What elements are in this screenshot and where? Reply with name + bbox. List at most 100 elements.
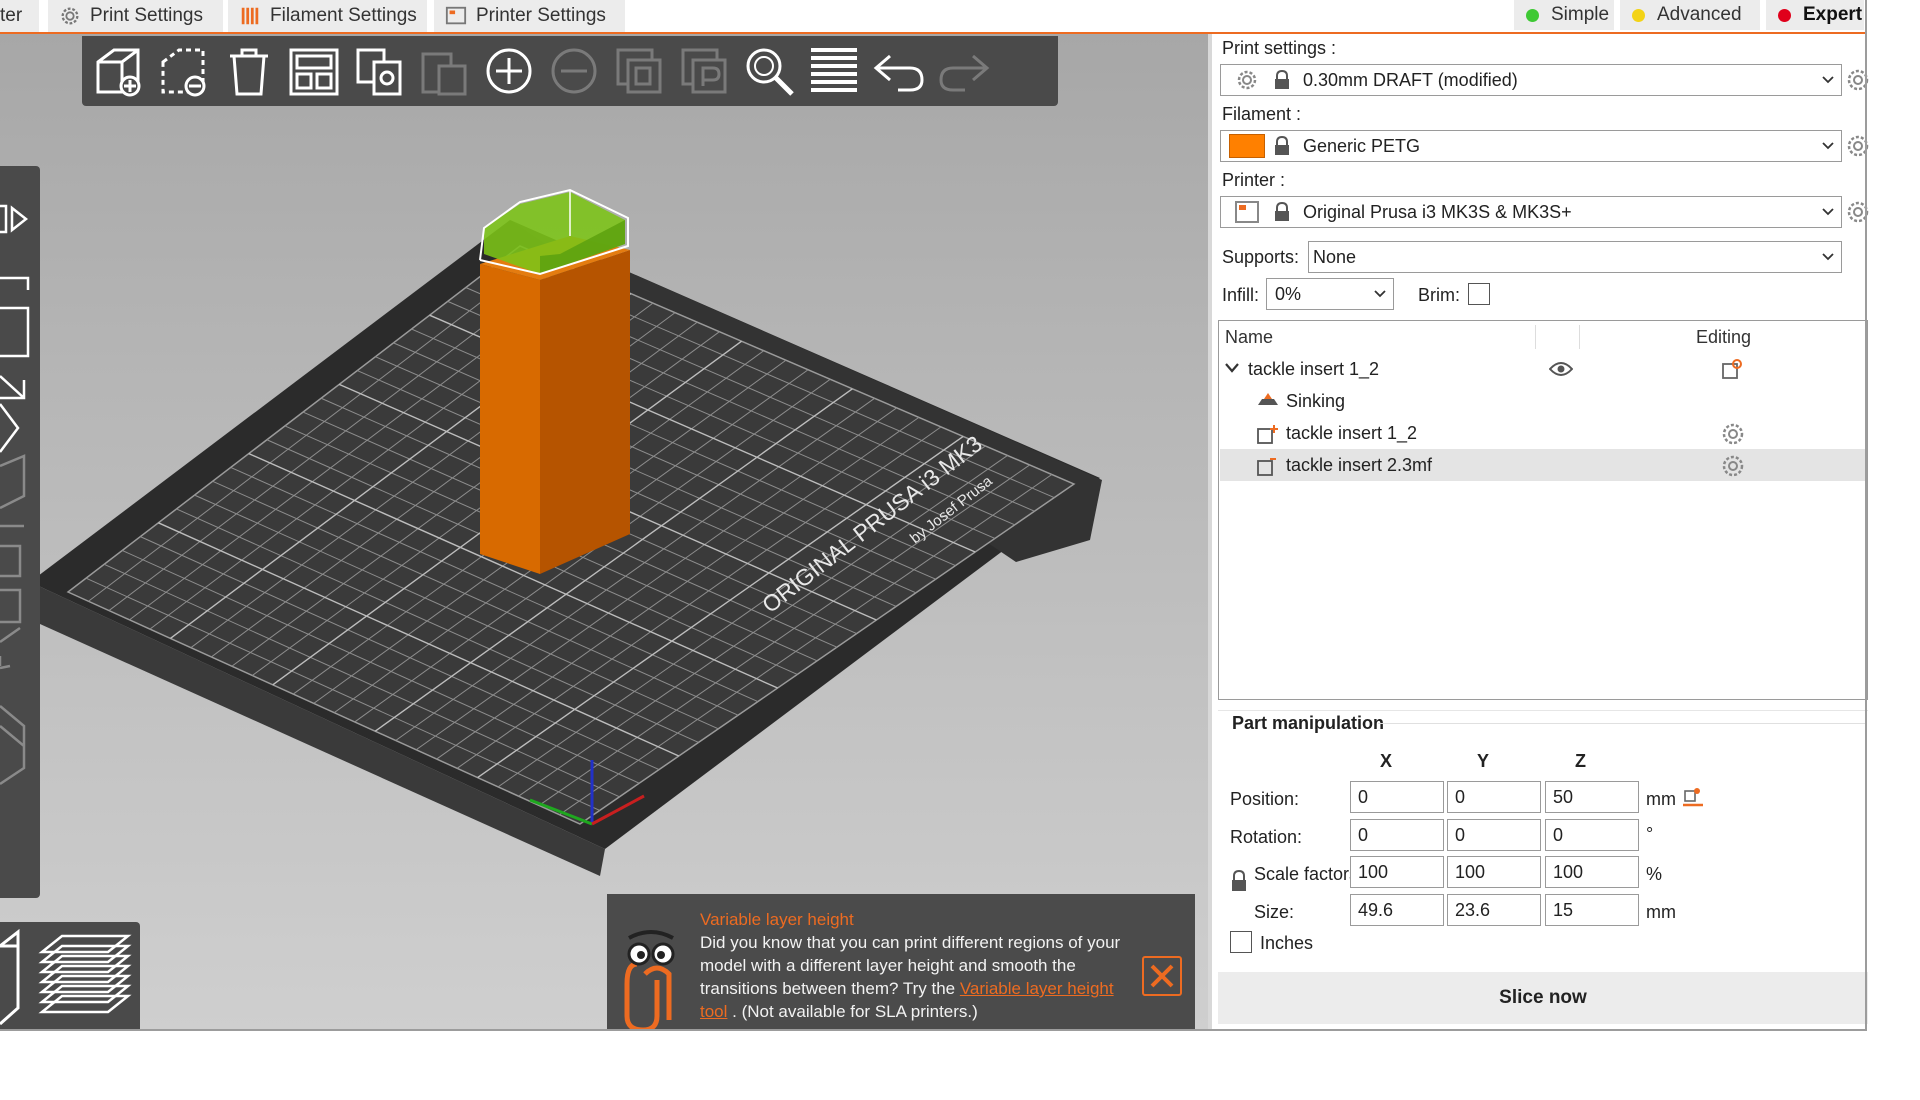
position-x-field[interactable]: 0 bbox=[1350, 781, 1444, 813]
column-z: Z bbox=[1575, 751, 1586, 771]
add-button[interactable] bbox=[88, 40, 150, 102]
column-y: Y bbox=[1477, 751, 1490, 771]
gear-icon[interactable] bbox=[1721, 422, 1745, 446]
brim-label: Brim: bbox=[1418, 285, 1460, 305]
redo-icon bbox=[939, 54, 990, 92]
supports-label: Supports: bbox=[1222, 247, 1300, 267]
mode-simple-button[interactable]: Simple bbox=[1514, 0, 1614, 30]
filament-label: Filament : bbox=[1222, 104, 1302, 124]
drop-to-bed-icon[interactable] bbox=[1682, 787, 1704, 807]
3d-view-button[interactable] bbox=[0, 928, 20, 1026]
support-painting-icon[interactable] bbox=[0, 626, 21, 670]
lock-icon[interactable] bbox=[1230, 870, 1248, 892]
tab-plater[interactable]: ter bbox=[0, 0, 40, 32]
list-item-part[interactable]: tackle insert 1_2 bbox=[1220, 417, 1867, 449]
sidebar: Print settings : 0.30mm DRAFT (modified)… bbox=[1208, 34, 1869, 1030]
printer-combo[interactable]: Original Prusa i3 MK3S & MK3S+ bbox=[1220, 196, 1842, 228]
hint-body: Did you know that you can print differen… bbox=[700, 931, 1130, 1023]
delete-button[interactable] bbox=[153, 40, 215, 102]
list-item-part-selected[interactable]: tackle insert 2.3mf bbox=[1220, 449, 1867, 481]
hint-close-button[interactable] bbox=[1142, 956, 1182, 996]
arrange-button[interactable] bbox=[283, 40, 345, 102]
rotation-x-field[interactable]: 0 bbox=[1350, 819, 1444, 851]
remove-instance-button[interactable] bbox=[543, 40, 605, 102]
infill-combo[interactable]: 0% bbox=[1266, 278, 1394, 310]
paste-button[interactable] bbox=[413, 40, 475, 102]
filament-color-swatch[interactable] bbox=[1229, 134, 1265, 158]
move-tool-icon[interactable] bbox=[0, 204, 29, 234]
position-y-field[interactable]: 0 bbox=[1447, 781, 1541, 813]
brim-checkbox[interactable] bbox=[1468, 283, 1490, 305]
mode-advanced-button[interactable]: Advanced bbox=[1620, 0, 1760, 30]
position-z-field[interactable]: 50 bbox=[1545, 781, 1639, 813]
paste-icon bbox=[421, 52, 467, 96]
layers-editing-button[interactable] bbox=[803, 40, 865, 102]
rotation-label: Rotation: bbox=[1230, 827, 1303, 847]
printer-value: Original Prusa i3 MK3S & MK3S+ bbox=[1303, 202, 1572, 222]
size-x-field[interactable]: 49.6 bbox=[1350, 894, 1444, 926]
search-icon bbox=[746, 48, 794, 96]
preview-view-button[interactable] bbox=[38, 934, 132, 1014]
chevron-down-icon bbox=[1822, 253, 1834, 261]
printer-icon bbox=[445, 6, 467, 25]
tab-filament-settings[interactable]: Filament Settings bbox=[228, 0, 428, 32]
mode-simple-label: Simple bbox=[1551, 4, 1610, 25]
sinking-icon bbox=[1258, 393, 1278, 405]
size-y-field[interactable]: 23.6 bbox=[1447, 894, 1541, 926]
split-objects-button[interactable] bbox=[608, 40, 670, 102]
list-item-label: tackle insert 1_2 bbox=[1248, 359, 1380, 379]
tab-printer-settings[interactable]: Printer Settings bbox=[434, 0, 626, 32]
search-button[interactable] bbox=[738, 40, 800, 102]
redo-button[interactable] bbox=[933, 40, 995, 102]
window-frame-bottom bbox=[0, 1029, 1867, 1031]
size-z-field[interactable]: 15 bbox=[1545, 894, 1639, 926]
column-header-editing[interactable]: Editing bbox=[1696, 321, 1816, 353]
cut-tool-icon[interactable] bbox=[0, 544, 22, 624]
eye-icon[interactable] bbox=[1549, 361, 1573, 377]
edit-object-icon[interactable] bbox=[1721, 358, 1743, 380]
infill-value: 0% bbox=[1275, 284, 1302, 304]
copy-button[interactable] bbox=[348, 40, 410, 102]
window-frame-right bbox=[1865, 0, 1867, 1030]
mode-expert-button[interactable]: Expert bbox=[1766, 0, 1864, 30]
gear-icon[interactable] bbox=[1721, 454, 1745, 478]
list-item-object[interactable]: tackle insert 1_2 bbox=[1220, 353, 1867, 385]
list-item-sinking[interactable]: Sinking bbox=[1220, 385, 1867, 417]
scale-x-field[interactable]: 100 bbox=[1350, 856, 1444, 888]
slice-now-button[interactable]: Slice now bbox=[1218, 972, 1868, 1024]
advanced-mode-dot-icon bbox=[1632, 8, 1645, 22]
split-parts-icon bbox=[681, 48, 727, 94]
rotation-y-field[interactable]: 0 bbox=[1447, 819, 1541, 851]
part-manipulation-title: Part manipulation bbox=[1232, 713, 1385, 733]
seam-painting-icon[interactable] bbox=[0, 705, 26, 786]
chevron-down-icon bbox=[1822, 142, 1834, 150]
view-switcher bbox=[0, 922, 140, 1030]
rotation-z-field[interactable]: 0 bbox=[1545, 819, 1639, 851]
delete-all-button[interactable] bbox=[218, 40, 280, 102]
model-object[interactable] bbox=[479, 188, 630, 574]
undo-button[interactable] bbox=[868, 40, 930, 102]
scale-z-field[interactable]: 100 bbox=[1545, 856, 1639, 888]
inches-checkbox[interactable] bbox=[1230, 931, 1252, 953]
chevron-down-icon[interactable] bbox=[1224, 361, 1240, 375]
mode-expert-label: Expert bbox=[1803, 4, 1863, 25]
tab-print-settings[interactable]: Print Settings bbox=[48, 0, 224, 32]
print-settings-combo[interactable]: 0.30mm DRAFT (modified) bbox=[1220, 64, 1842, 96]
3d-viewport[interactable]: ORIGINAL PRUSA i3 MK3 by Josef Prusa Var… bbox=[0, 34, 1208, 1030]
rotate-tool-icon[interactable] bbox=[0, 375, 26, 453]
print-settings-label: Print settings : bbox=[1222, 38, 1337, 58]
filament-combo[interactable]: Generic PETG bbox=[1220, 130, 1842, 162]
scale-tool-icon[interactable] bbox=[0, 276, 30, 358]
supports-combo[interactable]: None bbox=[1308, 241, 1842, 273]
hint-notification: Variable layer height Did you know that … bbox=[607, 894, 1195, 1030]
tab-plater-label: ter bbox=[0, 5, 23, 26]
column-header-name[interactable]: Name bbox=[1225, 321, 1535, 353]
add-instance-button[interactable] bbox=[478, 40, 540, 102]
scale-y-field[interactable]: 100 bbox=[1447, 856, 1541, 888]
place-on-face-icon[interactable] bbox=[0, 454, 26, 528]
delete-all-icon bbox=[230, 48, 268, 96]
split-parts-button[interactable] bbox=[673, 40, 735, 102]
position-unit: mm bbox=[1646, 789, 1676, 809]
printer-icon bbox=[1235, 201, 1259, 223]
mode-advanced-label: Advanced bbox=[1657, 4, 1742, 25]
